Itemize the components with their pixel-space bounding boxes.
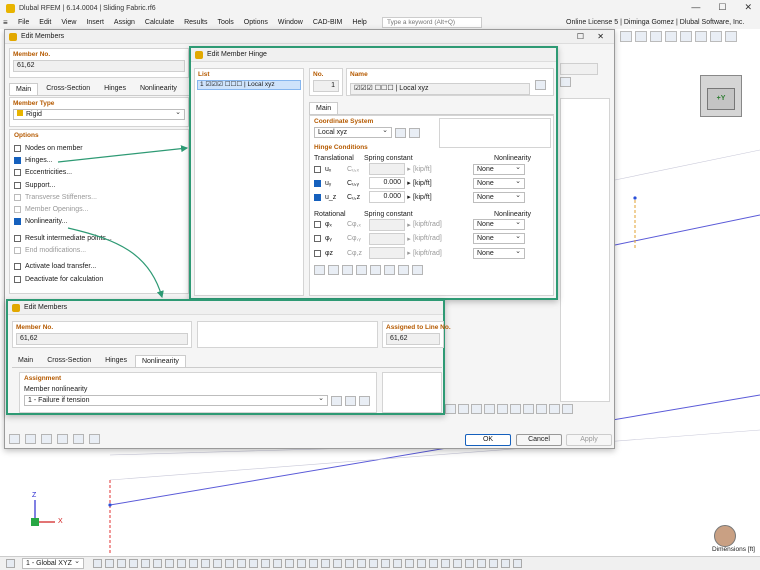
status-tool-icon[interactable] <box>309 559 318 568</box>
status-tool-icon[interactable] <box>117 559 126 568</box>
status-icon[interactable] <box>6 559 15 568</box>
status-tool-icon[interactable] <box>513 559 522 568</box>
status-tool-icon[interactable] <box>165 559 174 568</box>
status-tool-icon[interactable] <box>501 559 510 568</box>
status-tool-icon[interactable] <box>189 559 198 568</box>
status-tool-icon[interactable] <box>381 559 390 568</box>
status-tool-icon[interactable] <box>153 559 162 568</box>
status-tool-icon[interactable] <box>237 559 246 568</box>
status-tool-icon[interactable] <box>357 559 366 568</box>
status-tool-icon[interactable] <box>261 559 270 568</box>
status-tool-icon[interactable] <box>93 559 102 568</box>
view-select[interactable]: 1 - Global XYZ <box>22 557 84 569</box>
status-tool-icon[interactable] <box>273 559 282 568</box>
arrow-hinges-to-dialog <box>57 145 189 163</box>
statusbar-tools <box>92 559 760 568</box>
status-tool-icon[interactable] <box>321 559 330 568</box>
status-tool-icon[interactable] <box>333 559 342 568</box>
status-tool-icon[interactable] <box>441 559 450 568</box>
status-bar: 1 - Global XYZ <box>0 556 760 570</box>
status-tool-icon[interactable] <box>225 559 234 568</box>
status-tool-icon[interactable] <box>369 559 378 568</box>
status-tool-icon[interactable] <box>105 559 114 568</box>
annotation-arrows <box>57 145 189 299</box>
status-tool-icon[interactable] <box>429 559 438 568</box>
arrow-nonlinearity-to-dialog <box>67 227 164 299</box>
status-tool-icon[interactable] <box>213 559 222 568</box>
status-tool-icon[interactable] <box>393 559 402 568</box>
status-tool-icon[interactable] <box>177 559 186 568</box>
status-tool-icon[interactable] <box>489 559 498 568</box>
status-tool-icon[interactable] <box>405 559 414 568</box>
status-tool-icon[interactable] <box>345 559 354 568</box>
status-tool-icon[interactable] <box>129 559 138 568</box>
status-tool-icon[interactable] <box>465 559 474 568</box>
status-tool-icon[interactable] <box>249 559 258 568</box>
status-tool-icon[interactable] <box>417 559 426 568</box>
status-tool-icon[interactable] <box>141 559 150 568</box>
status-tool-icon[interactable] <box>285 559 294 568</box>
status-tool-icon[interactable] <box>297 559 306 568</box>
status-tool-icon[interactable] <box>201 559 210 568</box>
status-tool-icon[interactable] <box>453 559 462 568</box>
status-tool-icon[interactable] <box>477 559 486 568</box>
